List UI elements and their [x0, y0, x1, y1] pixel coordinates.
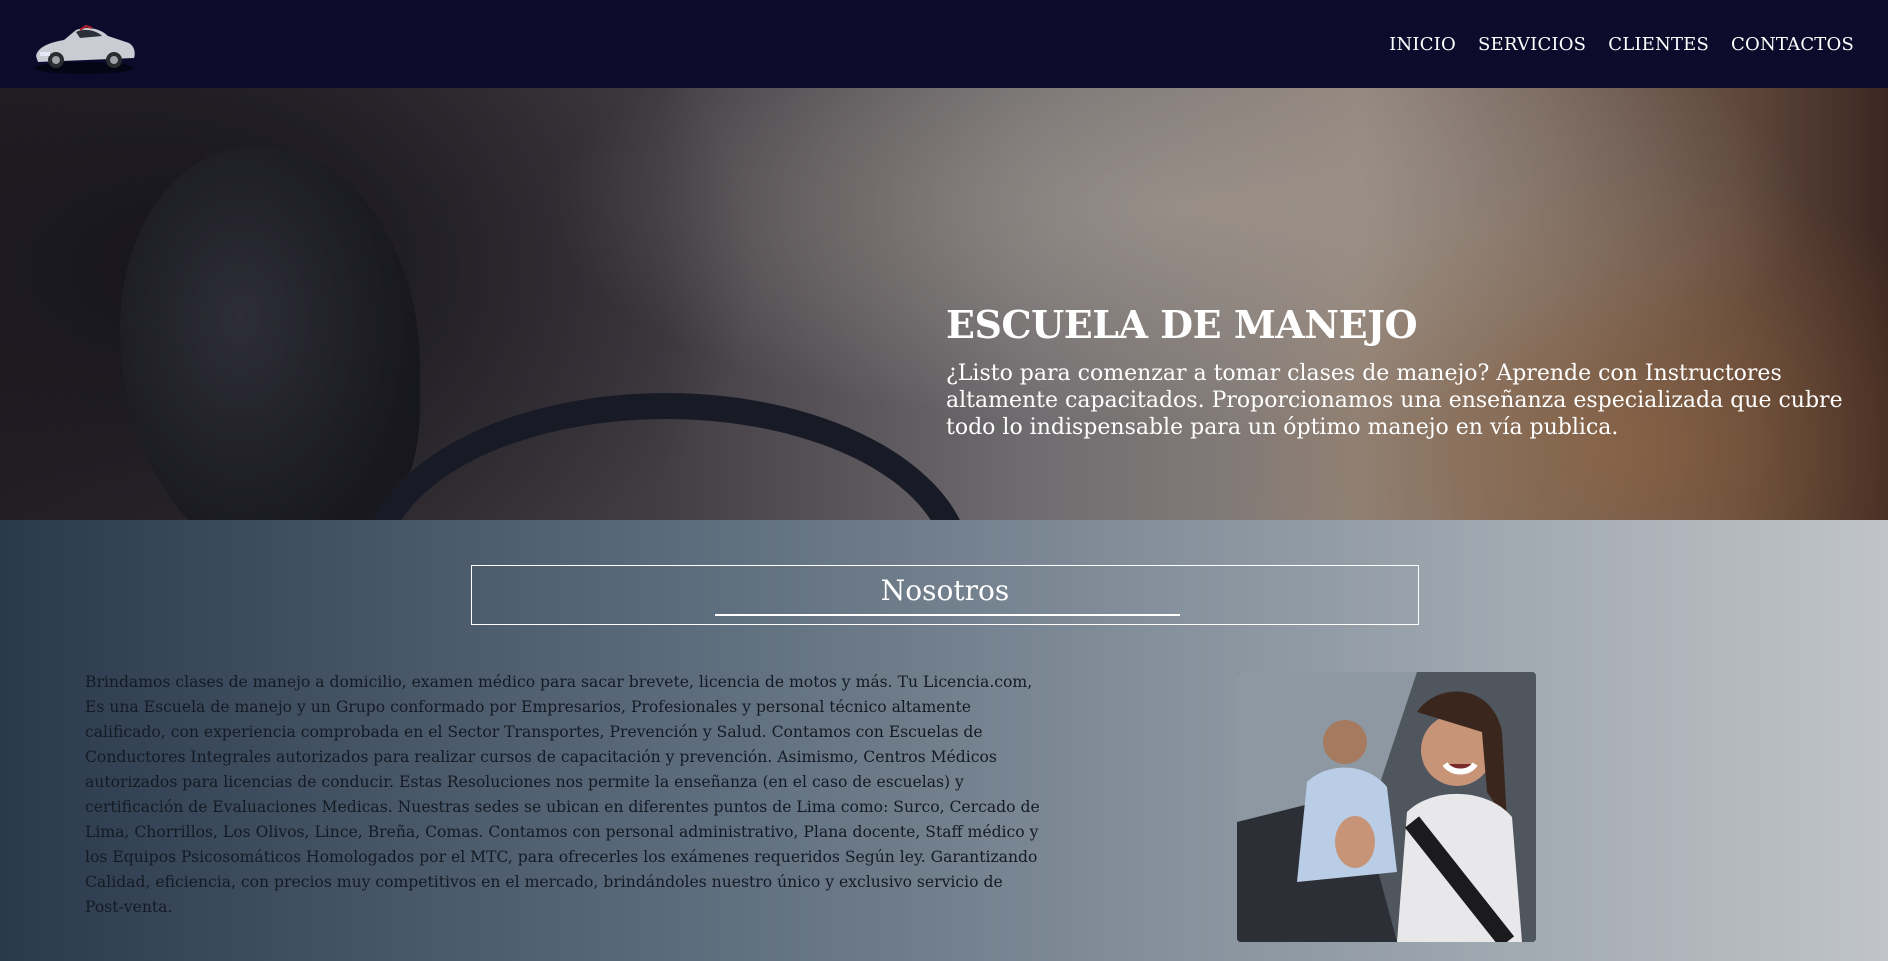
- driving-lesson-image: [1237, 672, 1536, 942]
- main-nav: INICIO SERVICIOS CLIENTES CONTACTOS: [1389, 0, 1854, 88]
- driving-lesson-photo: [1237, 672, 1536, 942]
- car-logo[interactable]: [30, 16, 138, 76]
- about-text: Brindamos clases de manejo a domicilio, …: [85, 673, 1040, 916]
- section-heading-box: Nosotros: [471, 565, 1419, 625]
- nav-link-servicios[interactable]: SERVICIOS: [1478, 34, 1586, 55]
- section-title: Nosotros: [880, 574, 1010, 607]
- hero-title: ESCUELA DE MANEJO: [946, 302, 1418, 347]
- car-logo-icon: [34, 24, 135, 74]
- section-underline: [715, 614, 1180, 616]
- nav-link-inicio[interactable]: INICIO: [1389, 34, 1456, 55]
- nav-link-clientes[interactable]: CLIENTES: [1608, 34, 1709, 55]
- hero-overlay: [0, 88, 1888, 520]
- navbar: INICIO SERVICIOS CLIENTES CONTACTOS: [0, 0, 1888, 88]
- hero-description: ¿Listo para comenzar a tomar clases de m…: [946, 361, 1843, 440]
- nav-link-contactos[interactable]: CONTACTOS: [1731, 34, 1854, 55]
- hero-banner: ESCUELA DE MANEJO ¿Listo para comenzar a…: [0, 88, 1888, 520]
- about-section: Nosotros Brindamos clases de manejo a do…: [0, 520, 1888, 961]
